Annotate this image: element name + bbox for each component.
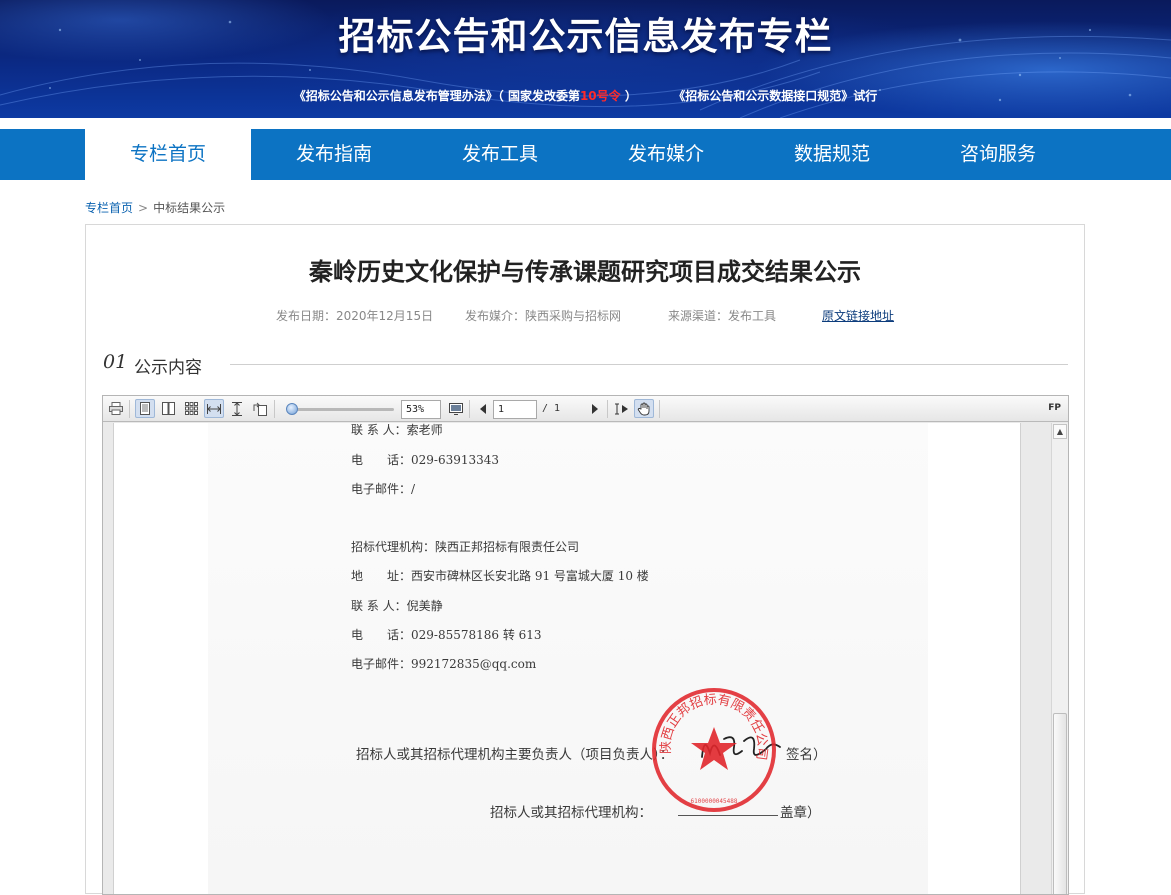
prev-page-icon[interactable]	[473, 399, 493, 418]
zoom-slider-track[interactable]	[287, 408, 394, 411]
single-page-icon[interactable]	[135, 399, 155, 418]
doc-line: 电 话：029-85578186 转 613	[351, 628, 542, 642]
print-icon[interactable]	[106, 399, 126, 418]
fp-label: FP	[1048, 403, 1061, 413]
regulation-link-1[interactable]: 《招标公告和公示信息发布管理办法》（ 国家发改委第10号令 ）	[294, 89, 637, 103]
rotate-icon[interactable]	[250, 399, 270, 418]
page-total-label: / 1	[542, 403, 561, 414]
nav-item-guide[interactable]: 发布指南	[251, 129, 417, 180]
section-divider	[230, 364, 1068, 365]
fullscreen-icon[interactable]	[446, 399, 466, 418]
section-label: 公示内容	[134, 358, 202, 378]
doc-line: 电子邮件：/	[351, 482, 416, 496]
fit-width-icon[interactable]	[204, 399, 224, 418]
banner-regulation-links: 《招标公告和公示信息发布管理办法》（ 国家发改委第10号令 ） 《招标公告和公示…	[0, 87, 1171, 104]
pdf-vertical-scrollbar[interactable]: ▲	[1051, 423, 1068, 894]
banner-title: 招标公告和公示信息发布专栏	[338, 15, 833, 58]
doc-line: 联 系 人：倪美静	[351, 599, 443, 613]
regulation-link-1-suffix: ）	[620, 89, 637, 103]
nav-item-data-spec[interactable]: 数据规范	[749, 129, 915, 180]
next-page-icon[interactable]	[585, 399, 605, 418]
doc-line: 地 址：西安市碑林区长安北路 91 号富城大厦 10 楼	[351, 569, 649, 583]
official-seal: 陕西正邦招标有限责任公司 6100000045488	[652, 688, 776, 812]
pdf-viewer: / 1 FP 联 系 人：索老师 电 话：029-63913343 电子邮件：/…	[102, 395, 1069, 895]
article-container: 秦岭历史文化保护与传承课题研究项目成交结果公示 发布日期：2020年12月15日…	[85, 224, 1085, 895]
nav-item-tools[interactable]: 发布工具	[417, 129, 583, 180]
breadcrumb-separator: >	[138, 201, 149, 215]
stamp-line-label: 招标人或其招标代理机构：	[490, 805, 652, 821]
source-channel: 来源渠道：发布工具	[668, 309, 777, 323]
main-nav: 专栏首页 发布指南 发布工具 发布媒介 数据规范 咨询服务	[0, 129, 1171, 180]
zoom-slider-knob[interactable]	[286, 403, 299, 415]
original-link[interactable]: 原文链接地址	[822, 307, 894, 324]
stamp-line-suffix: 盖章）	[780, 805, 821, 821]
section-heading: 01 公示内容	[103, 351, 1068, 378]
page-number-input[interactable]	[493, 400, 537, 419]
scrollbar-thumb[interactable]	[1053, 713, 1067, 894]
doc-line: 电子邮件：992172835@qq.com	[351, 657, 537, 671]
nav-item-home[interactable]: 专栏首页	[85, 129, 251, 180]
breadcrumb-home-link[interactable]: 专栏首页	[85, 201, 133, 215]
publish-date: 发布日期：2020年12月15日	[276, 309, 434, 323]
zoom-level-input[interactable]	[401, 400, 441, 419]
regulation-link-2[interactable]: 《招标公告和公示数据接口规范》试行	[673, 89, 877, 103]
seal-number: 6100000045488	[691, 798, 738, 805]
pdf-toolbar: / 1 FP	[103, 396, 1068, 422]
regulation-order-number: 10号令	[579, 89, 621, 103]
nav-item-media[interactable]: 发布媒介	[583, 129, 749, 180]
header-banner: 招标公告和公示信息发布专栏 《招标公告和公示信息发布管理办法》（ 国家发改委第1…	[0, 0, 1171, 118]
article-title: 秦岭历史文化保护与传承课题研究项目成交结果公示	[309, 258, 861, 286]
stamp-underline	[678, 815, 778, 816]
breadcrumb: 专栏首页 > 中标结果公示	[85, 199, 225, 216]
text-select-icon[interactable]	[611, 399, 631, 418]
fit-height-icon[interactable]	[227, 399, 247, 418]
regulation-link-1-prefix: 《招标公告和公示信息发布管理办法》（ 国家发改委第	[293, 89, 580, 103]
nav-item-consulting[interactable]: 咨询服务	[915, 129, 1081, 180]
pdf-page: 联 系 人：索老师 电 话：029-63913343 电子邮件：/ 招标代理机构…	[113, 423, 1021, 894]
doc-line: 联 系 人：索老师	[351, 423, 443, 437]
scroll-up-arrow-icon[interactable]: ▲	[1053, 424, 1067, 439]
section-number: 01	[103, 351, 128, 373]
publish-media: 发布媒介：陕西采购与招标网	[465, 309, 622, 323]
signature-line-label: 招标人或其招标代理机构主要负责人（项目负责人）：	[356, 747, 674, 763]
thumbnail-grid-icon[interactable]	[181, 399, 201, 418]
hand-tool-icon[interactable]	[634, 399, 654, 418]
breadcrumb-current: 中标结果公示	[153, 201, 226, 215]
pdf-page-area[interactable]: 联 系 人：索老师 电 话：029-63913343 电子邮件：/ 招标代理机构…	[103, 423, 1051, 894]
doc-line: 招标代理机构：陕西正邦招标有限责任公司	[351, 540, 580, 554]
two-page-icon[interactable]	[158, 399, 178, 418]
scanned-document: 联 系 人：索老师 电 话：029-63913343 电子邮件：/ 招标代理机构…	[208, 423, 928, 894]
signature-line-suffix: 签名）	[786, 747, 827, 763]
doc-line: 电 话：029-63913343	[351, 453, 500, 467]
